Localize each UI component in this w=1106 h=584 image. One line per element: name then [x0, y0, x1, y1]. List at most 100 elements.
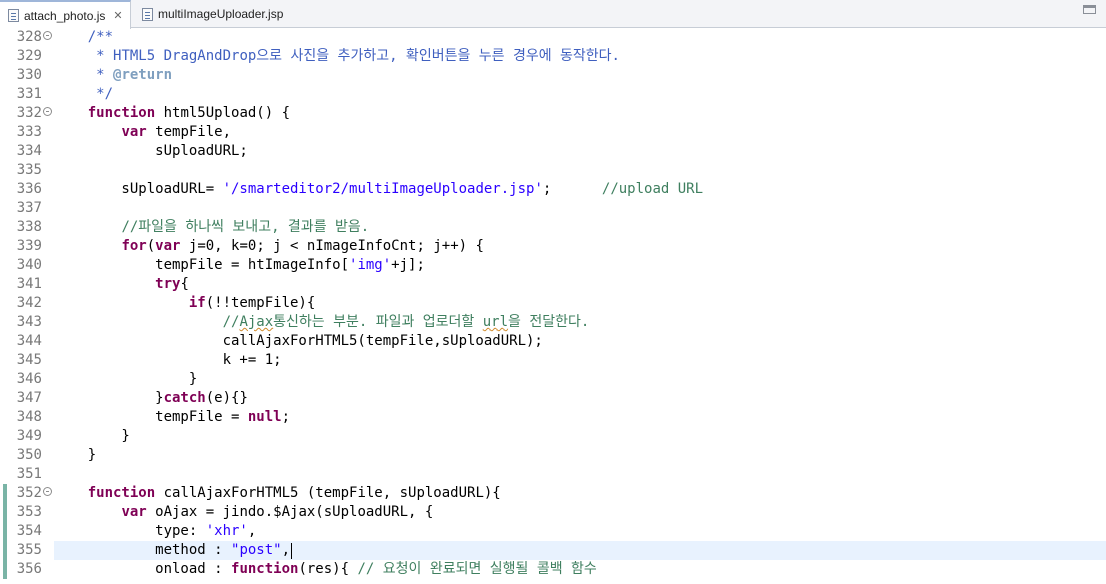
code-line[interactable]: //Ajax통신하는 부분. 파일과 업로더할 url을 전달한다. — [54, 313, 590, 332]
code-token: , — [247, 523, 257, 539]
code-line[interactable]: type: 'xhr', — [54, 522, 256, 541]
fold-toggle-icon[interactable] — [43, 107, 52, 116]
code-token: html5Upload() { — [155, 105, 291, 121]
code-token: +j]; — [391, 257, 425, 273]
code-token: (!!tempFile){ — [205, 295, 316, 311]
code-editor[interactable]: /** * HTML5 DragAndDrop으로 사진을 추가하고, 확인버튼… — [54, 28, 1106, 584]
fold-toggle-icon[interactable] — [43, 31, 52, 40]
line-number: 340 — [16, 257, 42, 273]
code-line[interactable]: sUploadURL; — [54, 142, 248, 161]
code-token: ; — [281, 409, 291, 425]
code-token: } — [54, 447, 97, 463]
code-line[interactable]: */ — [54, 85, 113, 104]
line-number: 330 — [16, 67, 42, 83]
code-token: tempFile = htImageInfo[ — [54, 257, 350, 273]
code-line[interactable]: /** — [54, 28, 113, 47]
code-token: if — [188, 295, 206, 311]
line-number: 355 — [16, 542, 42, 558]
tab-label: multiImageUploader.jsp — [158, 7, 284, 21]
code-token: "post" — [231, 542, 282, 558]
code-line[interactable]: k += 1; — [54, 351, 282, 370]
code-token: method : — [54, 542, 232, 558]
line-number: 343 — [16, 314, 42, 330]
code-token: var — [155, 238, 181, 254]
code-token: onload : — [54, 561, 232, 577]
code-token: 통신하는 부분. 파일과 업로더할 — [273, 314, 483, 330]
code-token: (res){ — [298, 561, 358, 577]
code-token: j=0, k=0; j < nImageInfoCnt; j++) { — [180, 238, 484, 254]
code-token: ; — [542, 181, 602, 197]
code-token: var — [121, 124, 147, 140]
line-number: 341 — [16, 276, 42, 292]
code-token: //파일을 하나씩 보내고, 결과를 받음. — [121, 219, 370, 235]
code-line[interactable]: }catch(e){} — [54, 389, 248, 408]
code-token: @return — [113, 67, 173, 83]
jsp-file-icon — [142, 7, 153, 21]
text-caret — [291, 543, 292, 559]
code-line[interactable]: for(var j=0, k=0; j < nImageInfoCnt; j++… — [54, 237, 484, 256]
code-token: (e){} — [205, 390, 248, 406]
code-line[interactable]: * @return — [54, 66, 172, 85]
code-token: // — [222, 314, 240, 330]
line-number: 339 — [16, 238, 42, 254]
code-token: /** — [87, 29, 114, 45]
code-token: type: — [54, 523, 206, 539]
code-line[interactable]: method : "post", — [54, 541, 290, 560]
tab-attach-photo-js[interactable]: attach_photo.js ✕ — [0, 0, 131, 29]
code-line[interactable]: //파일을 하나씩 보내고, 결과를 받음. — [54, 218, 369, 237]
code-line[interactable]: tempFile = htImageInfo['img'+j]; — [54, 256, 425, 275]
code-line[interactable]: try{ — [54, 275, 189, 294]
line-number: 334 — [16, 143, 42, 159]
line-number: 338 — [16, 219, 42, 235]
code-line[interactable]: function callAjaxForHTML5 (tempFile, sUp… — [54, 484, 501, 503]
line-number: 351 — [16, 466, 42, 482]
line-number: 350 — [16, 447, 42, 463]
line-number: 356 — [16, 561, 42, 577]
fold-toggle-icon[interactable] — [43, 487, 52, 496]
tab-multi-image-uploader-jsp[interactable]: multiImageUploader.jsp — [134, 0, 294, 28]
code-line[interactable]: * HTML5 DragAndDrop으로 사진을 추가하고, 확인버튼을 누른… — [54, 47, 620, 66]
code-token: sUploadURL; — [54, 143, 248, 159]
close-icon[interactable]: ✕ — [113, 9, 122, 22]
code-line[interactable]: var tempFile, — [54, 123, 231, 142]
code-token: callAjaxForHTML5 (tempFile, sUploadURL){ — [155, 485, 501, 501]
line-number-gutter: 328 329 330 331 332 333 334 335 336 337 338 339 340 3… — [0, 28, 54, 584]
code-token: * HTML5 DragAndDrop으로 사진을 추가하고, 확인버튼을 누른… — [96, 48, 620, 64]
code-token: callAjaxForHTML5(tempFile,sUploadURL); — [54, 333, 543, 349]
code-token: } — [54, 390, 164, 406]
code-line[interactable]: function html5Upload() { — [54, 104, 290, 123]
code-line[interactable]: } — [54, 370, 197, 389]
line-number: 349 — [16, 428, 42, 444]
js-file-icon — [8, 9, 19, 22]
code-token: function — [87, 485, 156, 501]
code-token: '/smarteditor2/multiImageUploader.jsp' — [222, 181, 543, 197]
code-token: sUploadURL= — [54, 181, 223, 197]
line-number: 345 — [16, 352, 42, 368]
code-line[interactable]: } — [54, 446, 96, 465]
code-line[interactable]: var oAjax = jindo.$Ajax(sUploadURL, { — [54, 503, 433, 522]
code-token: oAjax = jindo.$Ajax(sUploadURL, { — [146, 504, 434, 520]
line-number: 333 — [16, 124, 42, 140]
code-line[interactable]: if(!!tempFile){ — [54, 294, 315, 313]
code-line[interactable]: onload : function(res){ // 요청이 완료되면 실행될 … — [54, 560, 597, 579]
maximize-icon[interactable] — [1083, 5, 1096, 14]
code-line[interactable]: tempFile = null; — [54, 408, 290, 427]
code-token: catch — [163, 390, 206, 406]
code-token: 'img' — [349, 257, 392, 273]
line-number: 331 — [16, 86, 42, 102]
code-line[interactable]: } — [54, 427, 129, 446]
line-number: 337 — [16, 200, 42, 216]
code-line[interactable]: callAjaxForHTML5(tempFile,sUploadURL); — [54, 332, 543, 351]
code-line[interactable]: sUploadURL= '/smarteditor2/multiImageUpl… — [54, 180, 703, 199]
line-number: 335 — [16, 162, 42, 178]
code-token: function — [231, 561, 299, 577]
